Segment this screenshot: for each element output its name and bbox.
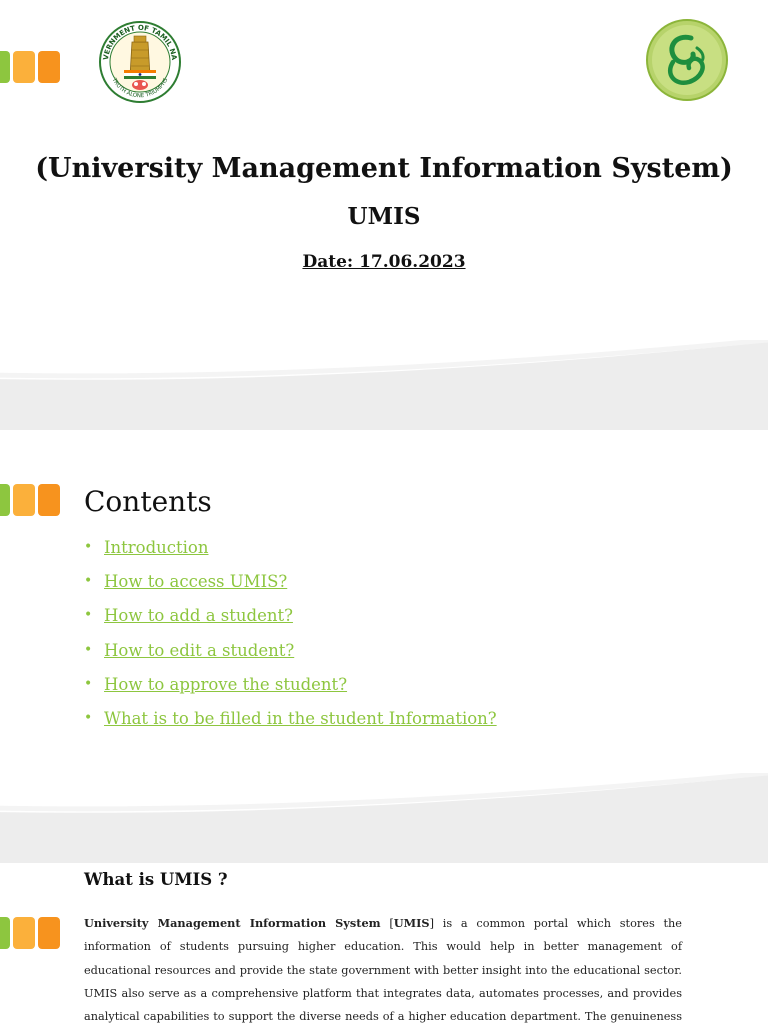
tamil-nadu-emblem-logo: GOVERNMENT OF TAMIL NADU TRUTH ALONE TRI… [98, 18, 181, 103]
contents-heading: Contents [84, 485, 212, 518]
orange-square [38, 51, 60, 83]
orange-square [38, 917, 60, 949]
contents-link-approve-student[interactable]: How to approve the student? [104, 675, 347, 694]
contents-slide: Contents • Introduction • How to access UM… [0, 433, 768, 865]
paragraph-bold-acronym: UMIS [393, 916, 430, 930]
contents-link-student-information[interactable]: What is to be filled in the student Info… [104, 709, 497, 728]
contents-link-edit-student[interactable]: How to edit a student? [104, 641, 294, 660]
contents-link-add-student[interactable]: How to add a student? [104, 606, 293, 625]
green-square [0, 917, 10, 949]
yellow-square [13, 484, 35, 516]
green-square [0, 484, 10, 516]
orange-square [38, 484, 60, 516]
presentation-subtitle: UMIS [347, 203, 421, 230]
paragraph-bracket: [ [380, 917, 394, 930]
yellow-square [13, 51, 35, 83]
presentation-title: (University Management Information Syste… [35, 153, 733, 184]
bottom-swoosh-band [0, 773, 768, 863]
green-square [0, 51, 10, 83]
presentation-date: Date: 17.06.2023 [302, 252, 466, 272]
umis-description-paragraph: University Management Information System… [84, 912, 682, 1024]
decorative-squares [0, 484, 60, 516]
what-is-umis-heading: What is UMIS ? [84, 870, 228, 889]
contents-link-access-umis[interactable]: How to access UMIS? [104, 572, 287, 591]
contents-item: • What is to be filled in the student Inf… [84, 708, 497, 728]
contents-list: • Introduction • How to access UMIS? • How … [84, 533, 497, 738]
what-is-umis-slide: What is UMIS ? University Management Inf… [0, 866, 768, 1024]
paragraph-body: ] is a common portal which stores the in… [84, 917, 682, 1024]
decorative-squares [0, 51, 60, 83]
contents-item: • How to edit a student? [84, 640, 295, 660]
contents-item: • How to access UMIS? [84, 572, 288, 592]
title-slide: GOVERNMENT OF TAMIL NADU TRUTH ALONE TRI… [0, 0, 768, 432]
bottom-swoosh-band [0, 340, 768, 430]
contents-item: • How to add a student? [84, 606, 293, 626]
contents-link-introduction[interactable]: Introduction [104, 538, 209, 557]
yellow-square [13, 917, 35, 949]
contents-item: • How to approve the student? [84, 674, 348, 694]
paragraph-bold-term: University Management Information System [84, 916, 381, 930]
umis-swirl-logo-icon [646, 19, 728, 101]
contents-item: • Introduction [84, 538, 209, 557]
decorative-squares [0, 917, 60, 949]
